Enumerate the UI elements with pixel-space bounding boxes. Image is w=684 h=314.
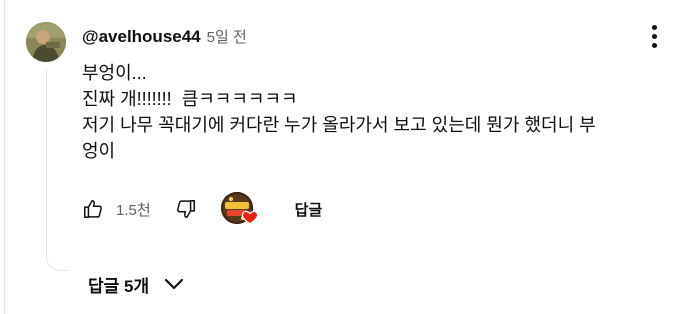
like-button[interactable] [80,196,106,222]
dislike-button[interactable] [173,196,199,222]
comment-header: @avelhouse44 5일 전 [82,26,247,48]
thumbs-down-icon [176,200,195,218]
reply-button[interactable]: 답글 [295,199,323,220]
left-border-line [4,0,5,314]
comment-time[interactable]: 5일 전 [207,26,247,47]
like-count: 1.5천 [116,201,151,219]
more-actions-button[interactable] [640,22,668,50]
creator-heart-badge [220,192,261,226]
thumbs-up-icon [84,200,102,218]
comment-line: 엉이 [82,141,116,161]
comment-actions: 1.5천 답글 [80,192,322,226]
reply-thread-line [46,70,69,271]
comment-line: 진짜 개!!!!!!! 큼ㅋㅋㅋㅋㅋㅋ [82,89,298,109]
username-link[interactable]: @avelhouse44 [82,27,201,47]
view-replies-button[interactable]: 답글 5개 [88,270,185,298]
comment-text: 부엉이... 진짜 개!!!!!!! 큼ㅋㅋㅋㅋㅋㅋ 저기 나무 꼭대기에 커다… [82,60,672,164]
avatar[interactable] [26,22,66,62]
comment-line: 부엉이... [82,63,147,83]
comment-line: 저기 나무 꼭대기에 커다란 누가 올라가서 보고 있는데 뭔가 했더니 부 [82,115,596,135]
replies-count-label: 답글 5개 [88,276,150,296]
more-vertical-icon [651,24,657,30]
chevron-down-icon [163,277,185,291]
creator-heart-icon [241,210,258,225]
